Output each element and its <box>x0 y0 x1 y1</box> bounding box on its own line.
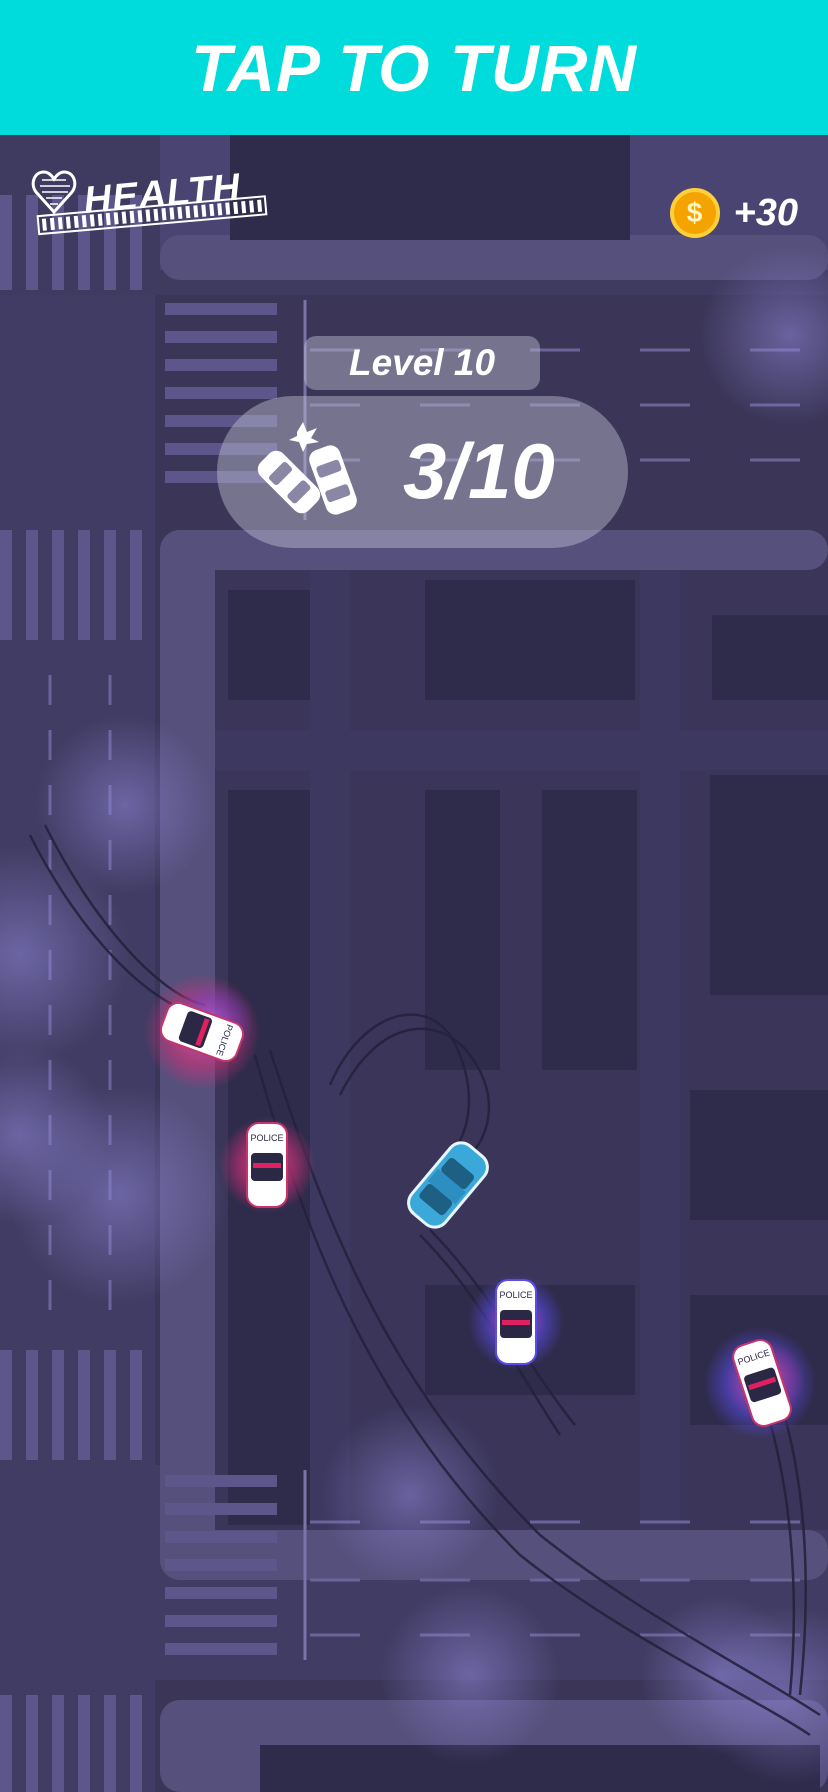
dollar-coin-icon: $ <box>669 188 720 238</box>
instruction-banner: TAP TO TURN <box>0 0 828 135</box>
police-car-2: POLICE <box>219 1117 315 1213</box>
police-car-4: POLICE <box>704 1327 816 1439</box>
car-crash-icon <box>257 422 357 515</box>
level-label: Level 10 <box>348 342 496 383</box>
police-label: POLICE <box>250 1133 283 1143</box>
police-label: POLICE <box>499 1290 532 1300</box>
coin-counter: $ +30 <box>669 188 798 238</box>
crash-progress-count: 3/10 <box>403 427 555 515</box>
police-car-1: POLICE <box>144 974 260 1090</box>
health-meter: HEALTH <box>30 160 280 250</box>
coin-count: +30 <box>733 191 798 234</box>
crash-progress: 3/10 <box>217 396 628 548</box>
police-car-3: POLICE <box>468 1274 564 1370</box>
instruction-text: TAP TO TURN <box>190 30 638 105</box>
level-badge: Level 10 <box>304 336 540 390</box>
